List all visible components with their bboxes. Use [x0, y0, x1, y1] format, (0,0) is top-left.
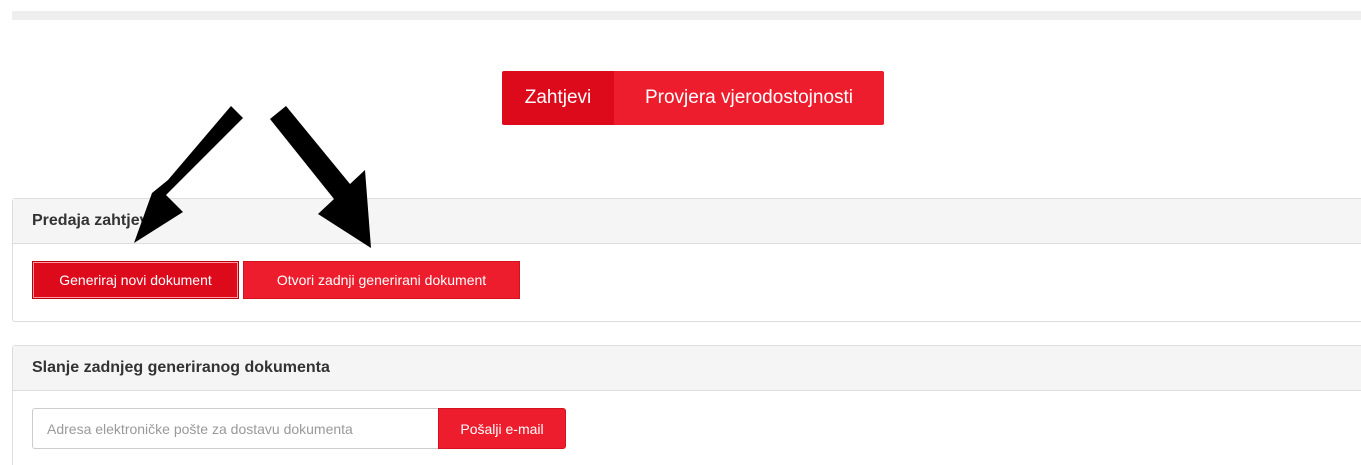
send-email-button[interactable]: Pošalji e-mail — [438, 408, 566, 449]
panel-title: Predaja zahtjeva — [13, 199, 1361, 244]
top-divider-bar — [12, 11, 1361, 20]
tab-requests[interactable]: Zahtjevi — [502, 71, 614, 125]
submit-request-panel: Predaja zahtjeva Generiraj novi dokument… — [12, 198, 1361, 322]
tab-group: Zahtjevi Provjera vjerodostojnosti — [502, 71, 884, 125]
panel-title: Slanje zadnjeg generiranog dokumenta — [13, 346, 1361, 391]
tab-verify-authenticity[interactable]: Provjera vjerodostojnosti — [614, 71, 884, 125]
email-input[interactable] — [32, 408, 438, 449]
open-last-document-button[interactable]: Otvori zadnji generirani dokument — [243, 261, 520, 299]
generate-new-document-button[interactable]: Generiraj novi dokument — [32, 261, 239, 299]
send-document-panel: Slanje zadnjeg generiranog dokumenta Poš… — [12, 345, 1361, 465]
